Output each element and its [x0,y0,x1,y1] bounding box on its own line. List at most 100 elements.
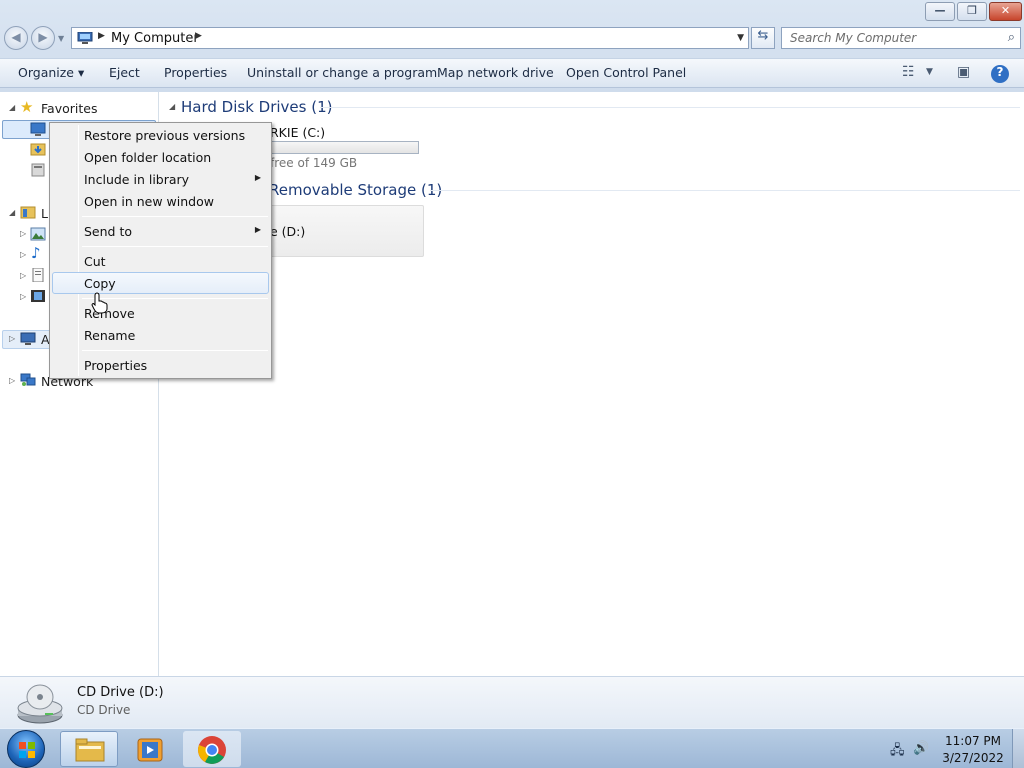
expand-triangle-icon[interactable]: ▷ [20,292,26,301]
context-menu: Restore previous versions Open folder lo… [49,122,272,379]
computer-icon [20,332,36,345]
taskbar: 🖧 🔊 11:07 PM 3/27/2022 [0,728,1024,768]
menu-item-send-to[interactable]: Send to ▶ [52,220,269,242]
content-pane: ◢ Hard Disk Drives (1) RKIE (C:) free of… [160,92,1024,676]
refresh-button[interactable]: ⇆ [751,27,775,49]
menu-item-copy[interactable]: Copy [52,272,269,294]
nav-favorites[interactable]: Favorites [41,101,97,116]
properties-button[interactable]: Properties [164,65,227,80]
menu-item-open-in-new-window[interactable]: Open in new window [52,190,269,212]
libraries-icon [20,206,36,219]
minimize-button[interactable]: — [925,2,955,21]
taskbar-chrome-button[interactable] [183,731,241,767]
cd-drive-icon [17,684,63,724]
breadcrumb-arrow-icon[interactable]: ▶ [98,31,105,41]
back-arrow-icon: ◀ [11,30,21,44]
network-icon [20,373,36,386]
menu-item-include-in-library[interactable]: Include in library ▶ [52,168,269,190]
menu-item-open-folder-location[interactable]: Open folder location [52,146,269,168]
menu-separator [82,350,268,351]
details-item-name: CD Drive (D:) [77,685,164,700]
media-player-icon [137,738,163,762]
menu-separator [82,216,268,217]
group-divider [320,107,1020,108]
breadcrumb-my-computer[interactable]: My Computer [111,31,199,46]
recent-pages-dropdown-icon[interactable]: ▼ [58,34,64,43]
expand-triangle-icon[interactable]: ▷ [20,229,26,238]
menu-item-remove[interactable]: Remove [52,302,269,324]
hard-disk-drives-header[interactable]: Hard Disk Drives (1) [181,98,332,116]
back-button[interactable]: ◀ [4,26,28,50]
view-dropdown-icon[interactable]: ▼ [926,67,933,77]
music-library-icon[interactable]: ♪ [31,244,41,262]
menu-separator [82,298,268,299]
taskbar-explorer-button[interactable] [60,731,118,767]
volume-icon[interactable]: 🔊 [913,741,929,756]
desktop-icon [30,122,46,136]
videos-library-icon[interactable] [30,289,46,303]
start-button[interactable] [7,730,45,768]
details-pane: CD Drive (D:) CD Drive [0,676,1024,728]
forward-button[interactable]: ▶ [31,26,55,50]
preview-pane-icon[interactable]: ▣ [957,64,970,80]
menu-item-rename[interactable]: Rename [52,324,269,346]
close-icon: ✕ [1000,4,1011,17]
expand-triangle-icon[interactable]: ▷ [9,334,15,343]
address-dropdown-icon[interactable]: ▼ [737,33,744,43]
drive-c-name[interactable]: RKIE (C:) [270,125,325,140]
network-tray-icon[interactable]: 🖧 [890,741,905,763]
drive-c-usage-bar [270,141,419,154]
taskbar-media-player-button[interactable] [121,731,179,767]
favorites-star-icon: ★ [20,98,34,116]
menu-separator [82,246,268,247]
menu-item-cut[interactable]: Cut [52,250,269,272]
windows-logo-icon [19,742,35,758]
documents-library-icon[interactable] [30,268,46,282]
expand-triangle-icon[interactable]: ▷ [9,376,15,385]
command-bar: Organize ▾ Eject Properties Uninstall or… [0,58,1024,88]
restore-button[interactable]: ❐ [957,2,987,21]
address-bar[interactable]: ▶ My Computer ▶ ▼ [71,27,749,49]
removable-storage-header[interactable]: Removable Storage (1) [269,181,442,199]
hand-cursor-icon [91,292,108,314]
clock-time[interactable]: 11:07 PM [940,734,1006,748]
refresh-icon: ⇆ [757,28,769,43]
breadcrumb-arrow-icon[interactable]: ▶ [195,31,202,41]
organize-button[interactable]: Organize ▾ [18,65,84,80]
search-box[interactable]: ⌕ [781,27,1021,49]
submenu-arrow-icon: ▶ [254,225,261,234]
collapse-triangle-icon[interactable]: ◢ [9,103,15,112]
drive-d-name[interactable]: e (D:) [270,224,305,239]
computer-icon [77,32,93,44]
menu-item-properties[interactable]: Properties [52,354,269,376]
collapse-triangle-icon[interactable]: ◢ [9,208,15,217]
menu-item-restore-previous-versions[interactable]: Restore previous versions [52,124,269,146]
change-view-icon[interactable]: ☷ [902,64,915,80]
details-item-type: CD Drive [77,703,131,717]
eject-button[interactable]: Eject [109,65,140,80]
downloads-folder-icon[interactable] [30,142,46,156]
search-input[interactable] [782,28,992,48]
chrome-icon [198,736,226,764]
expand-triangle-icon[interactable]: ▷ [20,250,26,259]
search-icon[interactable]: ⌕ [1008,30,1015,45]
close-button[interactable]: ✕ [989,2,1022,21]
help-icon[interactable]: ? [991,65,1009,83]
pictures-library-icon[interactable] [30,227,46,241]
folder-icon [75,738,105,762]
expand-triangle-icon[interactable]: ▷ [20,271,26,280]
minimize-icon: — [934,4,946,17]
title-bar: — ❐ ✕ [0,0,1024,24]
map-network-drive-button[interactable]: Map network drive [437,65,554,80]
uninstall-program-button[interactable]: Uninstall or change a program [247,65,437,80]
group-collapse-icon[interactable]: ◢ [169,102,175,111]
open-control-panel-button[interactable]: Open Control Panel [566,65,686,80]
restore-icon: ❐ [967,4,977,17]
show-desktop-button[interactable] [1012,729,1024,768]
group-divider [430,190,1020,191]
submenu-arrow-icon: ▶ [254,173,261,182]
clock-date[interactable]: 3/27/2022 [940,751,1006,765]
forward-arrow-icon: ▶ [38,30,48,44]
recent-places-icon[interactable] [30,163,46,177]
window-chrome: — ❐ ✕ ◀ ▶ ▼ ▶ My Computer ▶ ▼ ⇆ ⌕ Organi… [0,0,1024,92]
